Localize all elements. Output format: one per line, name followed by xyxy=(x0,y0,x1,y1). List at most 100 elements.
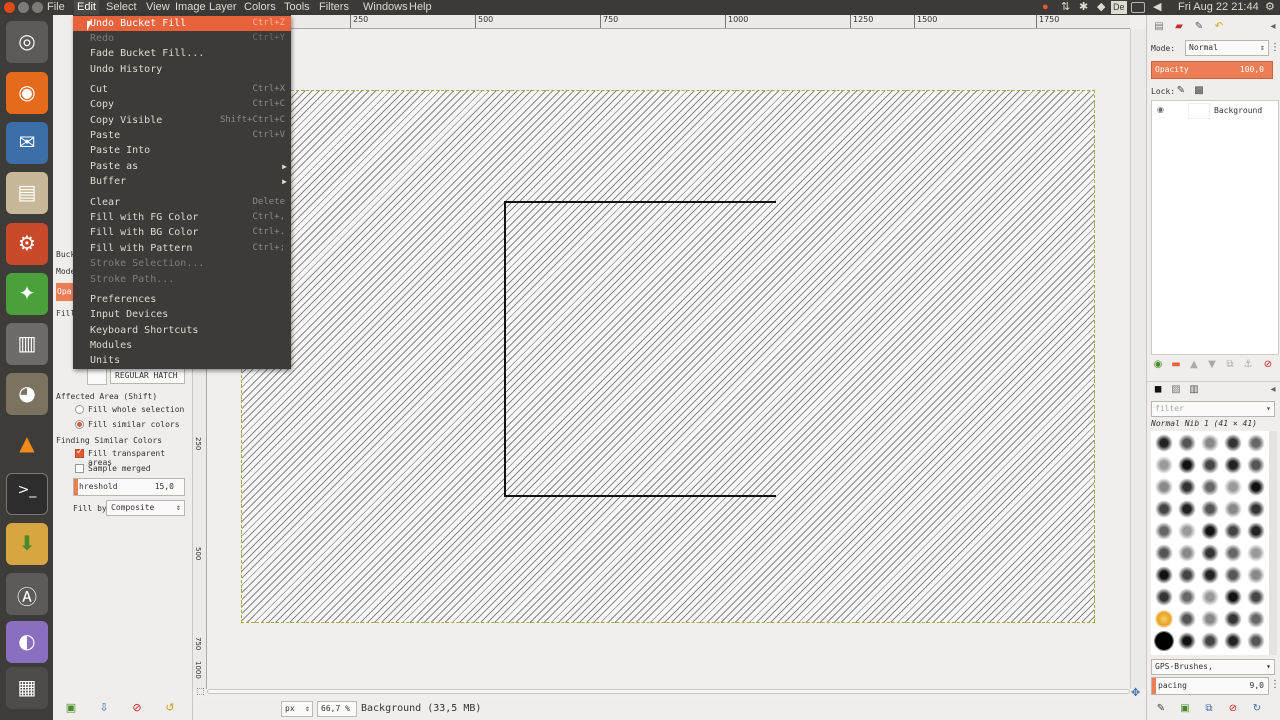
menu-fill-bg-color[interactable]: Fill with BG Color Ctrl+. xyxy=(73,225,291,240)
refresh-brushes-icon[interactable]: ↻ xyxy=(1251,703,1263,715)
window-maximize-button[interactable] xyxy=(32,2,43,13)
fill-whole-radio[interactable] xyxy=(75,405,84,414)
brush-list-scrollbar[interactable] xyxy=(1269,431,1277,655)
lower-layer-icon[interactable]: ▼ xyxy=(1206,359,1218,371)
menu-colors[interactable]: Colors xyxy=(241,0,279,15)
dropbox-icon[interactable]: ◆ xyxy=(1097,0,1105,15)
layer-row-background[interactable]: ◉ Background xyxy=(1152,103,1278,119)
undo-history-tab-icon[interactable]: ↶ xyxy=(1213,21,1225,33)
menu-fill-pattern[interactable]: Fill with Pattern Ctrl+; xyxy=(73,241,291,256)
layer-name[interactable]: Background xyxy=(1214,106,1262,115)
brush-thumbnail[interactable] xyxy=(1247,610,1265,628)
menu-help[interactable]: Help xyxy=(406,0,435,15)
menu-copy[interactable]: Copy Ctrl+C xyxy=(73,97,291,112)
menu-paste-into[interactable]: Paste Into xyxy=(73,143,291,158)
vlc-icon[interactable]: ▲ xyxy=(6,423,48,465)
brush-thumbnail[interactable] xyxy=(1178,544,1196,562)
sample-merged-label[interactable]: Sample merged xyxy=(88,464,151,473)
workspace-switcher-icon[interactable]: ▦ xyxy=(6,667,48,709)
lock-pixels-icon[interactable]: ✎ xyxy=(1175,85,1187,97)
menu-units[interactable]: Units xyxy=(73,353,291,368)
menu-buffer[interactable]: Buffer ▶ xyxy=(73,174,291,189)
brush-thumbnail[interactable] xyxy=(1224,434,1242,452)
brush-thumbnail[interactable] xyxy=(1155,500,1173,518)
brush-filter-input[interactable]: filter ▾ xyxy=(1151,401,1275,417)
brush-thumbnail[interactable] xyxy=(1247,434,1265,452)
terminal-icon[interactable]: >_ xyxy=(6,473,48,515)
brush-thumbnail[interactable] xyxy=(1247,456,1265,474)
edit-brush-icon[interactable]: ✎ xyxy=(1155,703,1167,715)
pattern-preview[interactable] xyxy=(87,368,107,385)
brush-thumbnail[interactable] xyxy=(1224,500,1242,518)
spacing-reset-icon[interactable]: ⋮ xyxy=(1269,679,1280,691)
menu-cut[interactable]: Cut Ctrl+X xyxy=(73,82,291,97)
brush-thumbnail[interactable] xyxy=(1178,522,1196,540)
layers-list[interactable]: ◉ Background xyxy=(1151,100,1279,355)
horizontal-scrollbar[interactable] xyxy=(207,688,1130,694)
menu-keyboard-shortcuts[interactable]: Keyboard Shortcuts xyxy=(73,323,291,338)
system-settings-icon[interactable]: ⚙ xyxy=(6,223,48,265)
software-center-icon[interactable]: ✦ xyxy=(6,273,48,315)
brush-thumbnail[interactable] xyxy=(1178,456,1196,474)
menu-image[interactable]: Image xyxy=(172,0,209,15)
threshold-slider[interactable]: hreshold 15,0 xyxy=(73,478,185,496)
unit-select[interactable]: px ⇕ xyxy=(281,701,313,717)
brush-thumbnail[interactable] xyxy=(1178,500,1196,518)
menu-tools[interactable]: Tools xyxy=(281,0,313,15)
menu-fade-bucket-fill[interactable]: Fade Bucket Fill... xyxy=(73,46,291,61)
brush-spacing-slider[interactable]: pacing 9,0 xyxy=(1151,677,1269,695)
menu-paste[interactable]: Paste Ctrl+V xyxy=(73,128,291,143)
menu-edit[interactable]: Edit xyxy=(74,0,99,15)
volume-icon[interactable]: ◀ xyxy=(1153,0,1161,15)
menu-preferences[interactable]: Preferences xyxy=(73,292,291,307)
fill-whole-label[interactable]: Fill whole selection xyxy=(88,405,184,414)
vertical-scrollbar[interactable] xyxy=(1130,29,1146,689)
save-tool-preset-icon[interactable]: ▣ xyxy=(65,702,77,714)
brush-thumbnail[interactable] xyxy=(1247,544,1265,562)
gradients-tab-icon[interactable]: ▥ xyxy=(1188,384,1200,396)
horizontal-ruler[interactable]: 250 500 750 1000 1250 1500 1750 xyxy=(207,15,1130,29)
thunderbird-icon[interactable]: ✉ xyxy=(6,122,48,164)
brush-thumbnail[interactable] xyxy=(1247,566,1265,584)
gimp-icon[interactable]: ◕ xyxy=(6,373,48,415)
menu-filters[interactable]: Filters xyxy=(316,0,352,15)
brush-thumbnail[interactable] xyxy=(1224,544,1242,562)
brush-thumbnail[interactable] xyxy=(1178,434,1196,452)
fill-similar-radio[interactable] xyxy=(75,420,84,429)
brush-thumbnail[interactable] xyxy=(1224,588,1242,606)
anchor-layer-icon[interactable]: ⚓ xyxy=(1242,359,1254,371)
firefox-icon[interactable]: ◉ xyxy=(6,72,48,114)
brush-thumbnail[interactable] xyxy=(1224,632,1242,650)
menu-undo-history[interactable]: Undo History xyxy=(73,62,291,77)
window-minimize-button[interactable] xyxy=(18,2,29,13)
fill-by-select[interactable]: Composite ⇕ xyxy=(106,500,185,516)
menu-paste-as[interactable]: Paste as ▶ xyxy=(73,159,291,174)
menu-modules[interactable]: Modules xyxy=(73,338,291,353)
new-layer-group-icon[interactable]: ▬ xyxy=(1170,359,1182,371)
menu-windows[interactable]: Windows xyxy=(360,0,411,15)
brush-thumbnail[interactable] xyxy=(1155,478,1173,496)
patterns-tab-icon[interactable]: ▨ xyxy=(1170,384,1182,396)
brush-thumbnail[interactable] xyxy=(1247,500,1265,518)
paths-tab-icon[interactable]: ✎ xyxy=(1193,21,1205,33)
layer-mode-select[interactable]: Normal ⇕ xyxy=(1185,40,1269,56)
network-icon[interactable]: ⇅ xyxy=(1061,0,1070,15)
brush-thumbnail[interactable] xyxy=(1201,544,1219,562)
brush-thumbnail[interactable] xyxy=(1224,522,1242,540)
layer-visibility-eye-icon[interactable]: ◉ xyxy=(1157,105,1164,114)
brush-thumbnail[interactable] xyxy=(1201,434,1219,452)
window-close-button[interactable] xyxy=(4,2,15,13)
menu-undo-bucket-fill[interactable]: Undo Bucket Fill Ctrl+Z xyxy=(73,16,291,31)
fill-transparent-checkbox[interactable] xyxy=(75,447,84,458)
menu-clear[interactable]: Clear Delete xyxy=(73,195,291,210)
brush-thumbnail[interactable] xyxy=(1224,478,1242,496)
mail-icon[interactable] xyxy=(1131,2,1145,13)
raise-layer-icon[interactable]: ▲ xyxy=(1188,359,1200,371)
brush-thumbnail[interactable] xyxy=(1178,478,1196,496)
mixer-icon[interactable]: ▥ xyxy=(6,323,48,365)
brush-thumbnail[interactable] xyxy=(1247,588,1265,606)
brush-thumbnail[interactable] xyxy=(1201,632,1219,650)
menu-select[interactable]: Select xyxy=(103,0,140,15)
menu-file[interactable]: File xyxy=(44,0,68,15)
new-layer-icon[interactable]: ◉ xyxy=(1152,359,1164,371)
